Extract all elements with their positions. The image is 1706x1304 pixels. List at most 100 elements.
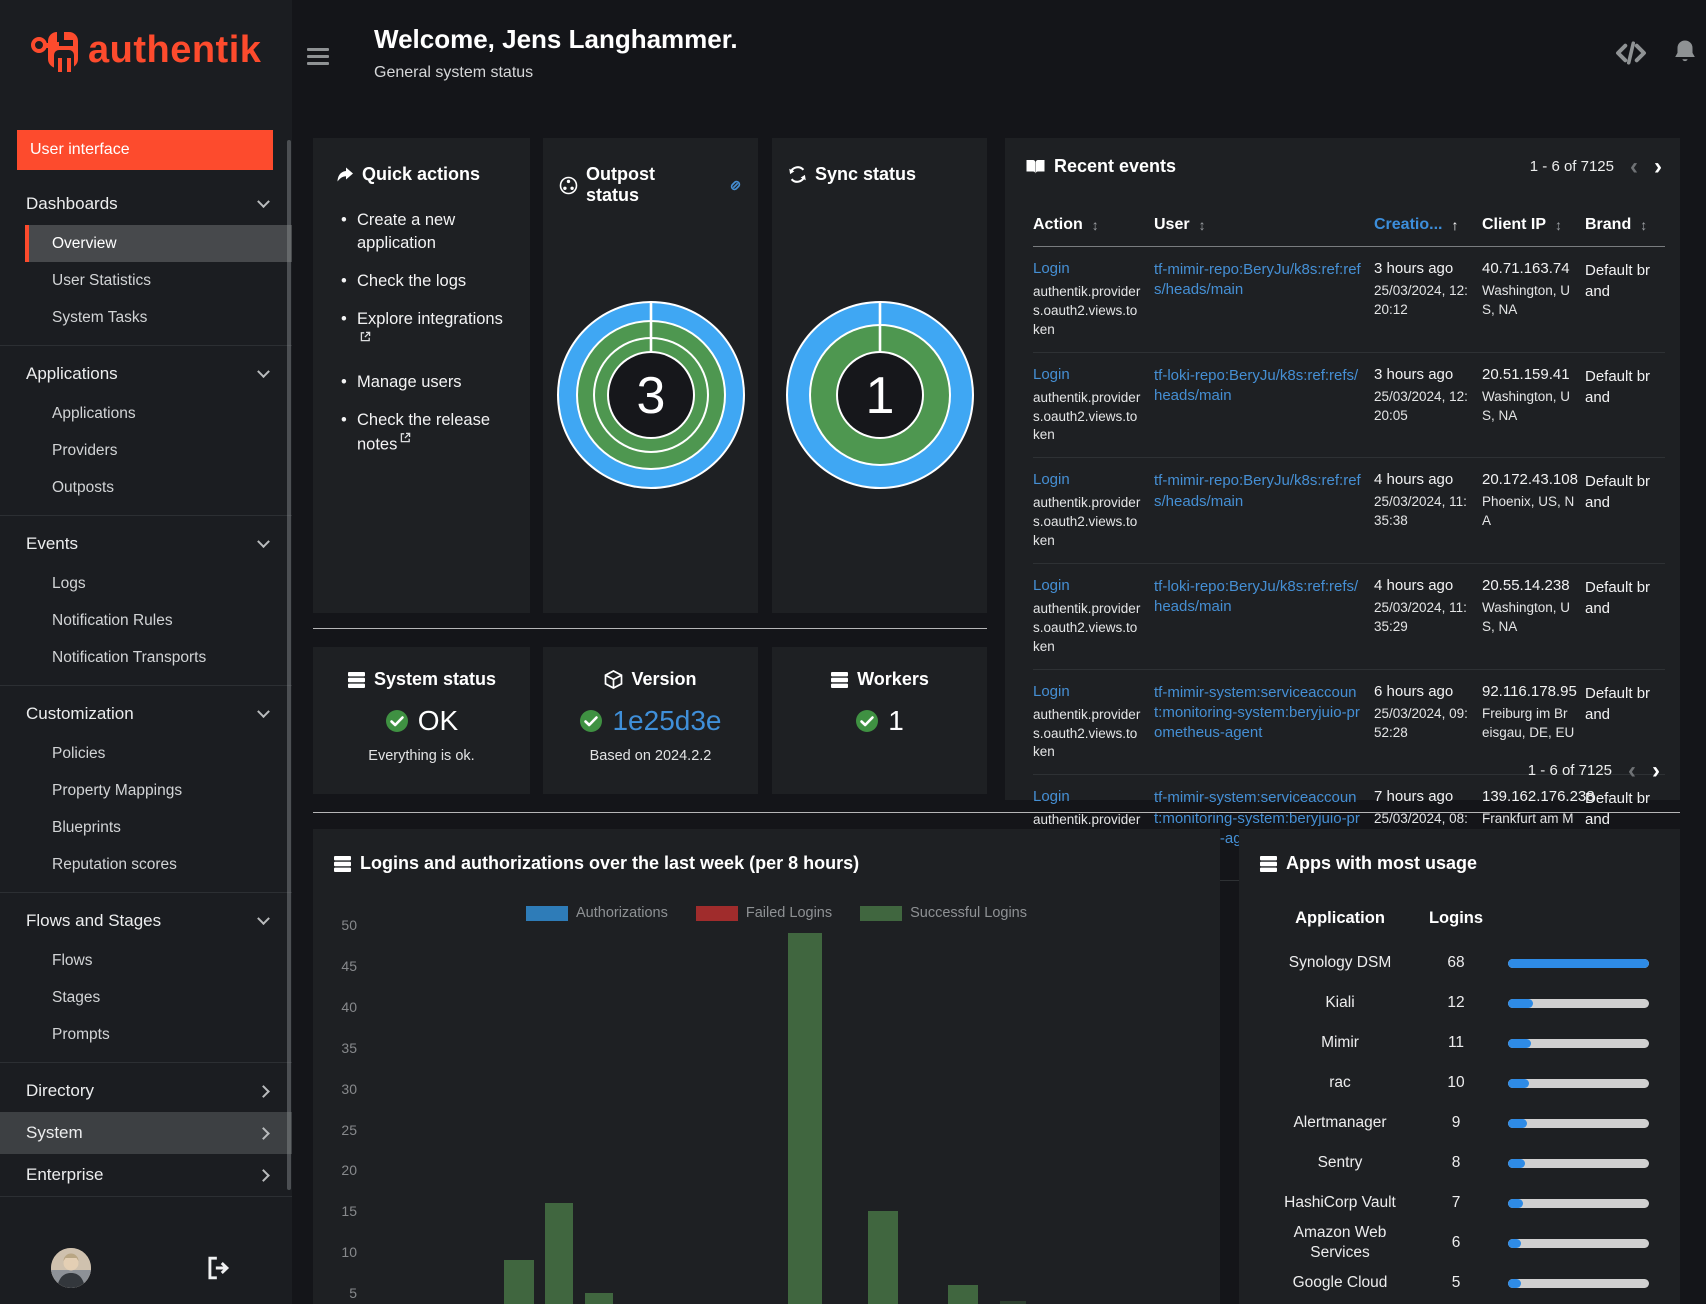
sidebar-item-overview[interactable]: Overview (25, 225, 292, 262)
sidebar-item-blueprints[interactable]: Blueprints (25, 809, 292, 846)
sidebar-group-label: Directory (26, 1081, 95, 1100)
sidebar-item-notification-transports[interactable]: Notification Transports (25, 639, 292, 676)
y-axis-tick: 25 (341, 1121, 357, 1138)
app-login-count: 68 (1447, 954, 1465, 971)
event-brand-cell: Default brand (1585, 262, 1651, 300)
event-action-link[interactable]: Login (1033, 471, 1070, 488)
authentik-logo[interactable]: authentik (30, 28, 261, 72)
legend-item-failed-logins[interactable]: Failed Logins (695, 905, 832, 921)
sidebar-toggle-icon[interactable] (307, 44, 331, 69)
column-header-brand[interactable]: Brand ↕ (1585, 210, 1665, 246)
sidebar-group-toggle-applications[interactable]: Applications (0, 353, 292, 395)
event-action-link[interactable]: Login (1033, 366, 1070, 383)
quick-action-create-a-new-application[interactable]: • Create a new application (339, 209, 512, 255)
event-user-link[interactable]: tf-mimir-repo:BeryJu/k8s:ref:refs/heads/… (1154, 260, 1364, 301)
event-action-cell: Login authentik.providers.oauth2.views.to… (1033, 577, 1154, 657)
event-action-link[interactable]: Login (1033, 788, 1070, 805)
quick-action-check-the-release-notes[interactable]: • Check the release notes (339, 409, 512, 457)
sidebar-item-system-tasks[interactable]: System Tasks (25, 299, 292, 336)
event-action-link[interactable]: Login (1033, 683, 1070, 700)
app-name: Kiali (1325, 993, 1355, 1011)
apps-column-application: Application (1295, 909, 1385, 927)
app-usage-fill (1508, 958, 1649, 968)
version-card: Version 1e25d3e Based on 2024.2.2 (543, 647, 758, 794)
chevron-down-icon (257, 911, 270, 925)
sidebar-group-toggle-flows-and-stages[interactable]: Flows and Stages (0, 900, 292, 942)
sidebar-item-prompts[interactable]: Prompts (25, 1016, 292, 1053)
sidebar-item-applications[interactable]: Applications (25, 395, 292, 432)
pagination-next-icon[interactable]: › (1654, 154, 1662, 178)
app-usage-fill (1508, 1158, 1525, 1168)
sidebar-group-toggle-system[interactable]: System (0, 1112, 292, 1154)
sidebar-group-label: Customization (26, 704, 134, 723)
sidebar-item-logs[interactable]: Logs (25, 565, 292, 602)
server-icon (347, 671, 366, 689)
event-action-link[interactable]: Login (1033, 577, 1070, 594)
sidebar-item-property-mappings[interactable]: Property Mappings (25, 772, 292, 809)
quick-action-label: Explore integrations (357, 310, 503, 329)
sidebar-item-reputation-scores[interactable]: Reputation scores (25, 846, 292, 883)
legend-item-authorizations[interactable]: Authorizations (525, 905, 668, 921)
app-login-count: 5 (1451, 1274, 1461, 1292)
user-interface-button[interactable]: User interface (17, 130, 273, 170)
pagination-next-icon[interactable]: › (1652, 758, 1660, 782)
sort-icon: ↕ (1555, 217, 1563, 233)
app-login-count: 6 (1451, 1234, 1461, 1252)
event-timestamp: 25/03/2024, 12:20:12 (1374, 283, 1468, 317)
sidebar-scrollbar[interactable] (287, 140, 291, 1190)
apps-row-rac: rac 10 (1239, 1063, 1680, 1103)
event-user-link[interactable]: tf-loki-repo:BeryJu/k8s:ref:refs/heads/m… (1154, 577, 1364, 618)
sidebar-item-user-statistics[interactable]: User Statistics (25, 262, 292, 299)
event-user-link[interactable]: tf-mimir-system:serviceaccount:monitorin… (1154, 683, 1364, 744)
sidebar-item-flows[interactable]: Flows (25, 942, 292, 979)
workers-check-icon (855, 709, 879, 733)
column-header-action[interactable]: Action ↕ (1033, 210, 1154, 246)
sidebar-item-label: Reputation scores (52, 855, 177, 873)
outpost-icon (559, 176, 578, 195)
sidebar-group-toggle-events[interactable]: Events (0, 523, 292, 565)
event-time-ago: 4 hours ago (1374, 471, 1454, 489)
quick-action-label: Check the release notes (357, 411, 490, 454)
event-action-detail: authentik.providers.oauth2.views.token (1033, 389, 1141, 443)
pagination-prev-icon[interactable]: ‹ (1628, 758, 1636, 782)
event-user-link[interactable]: tf-mimir-repo:BeryJu/k8s:ref:refs/heads/… (1154, 471, 1364, 512)
chevron-down-icon (257, 534, 270, 548)
sidebar-item-policies[interactable]: Policies (25, 735, 292, 772)
sidebar-group-toggle-enterprise[interactable]: Enterprise (0, 1154, 292, 1196)
sidebar-item-stages[interactable]: Stages (25, 979, 292, 1016)
column-header-creatio[interactable]: Creatio... ↑ (1374, 210, 1482, 246)
sync-status-donut: 1 (785, 300, 975, 490)
quick-action-explore-integrations[interactable]: • Explore integrations (339, 308, 512, 356)
outpost-link-icon[interactable] (727, 177, 744, 194)
sidebar-item-outposts[interactable]: Outposts (25, 469, 292, 506)
server-icon (1259, 855, 1278, 873)
app-usage-track (1508, 1198, 1649, 1208)
apps-usage-card: Apps with most usage Application Logins … (1239, 829, 1680, 1304)
sidebar-group-toggle-directory[interactable]: Directory (0, 1070, 292, 1112)
api-browser-icon[interactable] (1614, 40, 1648, 66)
logout-icon[interactable] (205, 1255, 231, 1281)
sidebar-item-label: Stages (52, 988, 101, 1006)
quick-action-check-the-logs[interactable]: • Check the logs (339, 270, 512, 293)
app-login-count: 12 (1447, 994, 1465, 1011)
column-header-client-ip[interactable]: Client IP ↕ (1482, 210, 1585, 246)
sidebar-group-toggle-dashboards[interactable]: Dashboards (0, 183, 292, 225)
legend-item-successful-logins[interactable]: Successful Logins (860, 905, 1027, 921)
sidebar-item-providers[interactable]: Providers (25, 432, 292, 469)
pagination-prev-icon[interactable]: ‹ (1630, 154, 1638, 178)
sidebar-group-toggle-customization[interactable]: Customization (0, 693, 292, 735)
sync-status-title: Sync status (815, 164, 917, 184)
app-usage-bar (1491, 998, 1649, 1008)
app-usage-track (1508, 1038, 1649, 1048)
event-user-link[interactable]: tf-loki-repo:BeryJu/k8s:ref:refs/heads/m… (1154, 366, 1364, 407)
notifications-bell-icon[interactable] (1672, 38, 1698, 66)
quick-action-manage-users[interactable]: • Manage users (339, 371, 512, 394)
chart-legend: Authorizations Failed Logins Successful Lo… (353, 905, 1200, 921)
event-action-link[interactable]: Login (1033, 260, 1070, 277)
version-link[interactable]: 1e25d3e (612, 705, 721, 737)
sidebar-item-notification-rules[interactable]: Notification Rules (25, 602, 292, 639)
app-login-count: 8 (1451, 1154, 1461, 1171)
sync-icon (788, 165, 807, 184)
column-header-user[interactable]: User ↕ (1154, 210, 1374, 246)
user-avatar[interactable] (51, 1248, 91, 1288)
